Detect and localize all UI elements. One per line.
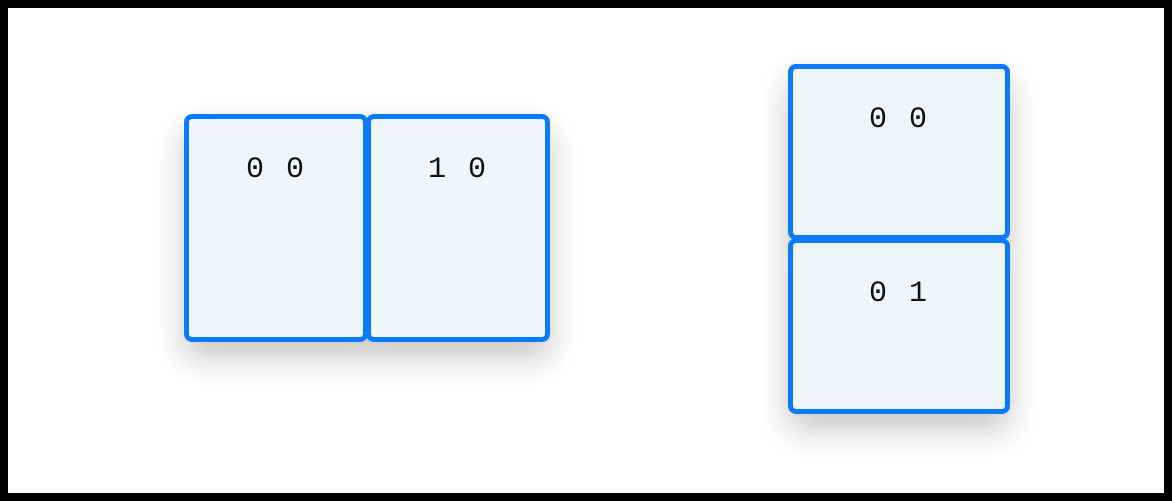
cell-label: 0 0 xyxy=(246,153,306,187)
cell-left-0: 0 0 xyxy=(184,114,368,342)
group-horizontal: 0 0 1 0 xyxy=(184,114,550,342)
cell-label: 1 0 xyxy=(428,153,488,187)
cell-label: 0 1 xyxy=(869,277,929,311)
group-vertical: 0 0 0 1 xyxy=(788,64,1010,414)
cell-right-1: 0 1 xyxy=(788,238,1010,414)
cell-left-1: 1 0 xyxy=(366,114,550,342)
diagram-canvas: 0 0 1 0 0 0 0 1 xyxy=(8,8,1164,493)
cell-label: 0 0 xyxy=(869,103,929,137)
cell-right-0: 0 0 xyxy=(788,64,1010,240)
